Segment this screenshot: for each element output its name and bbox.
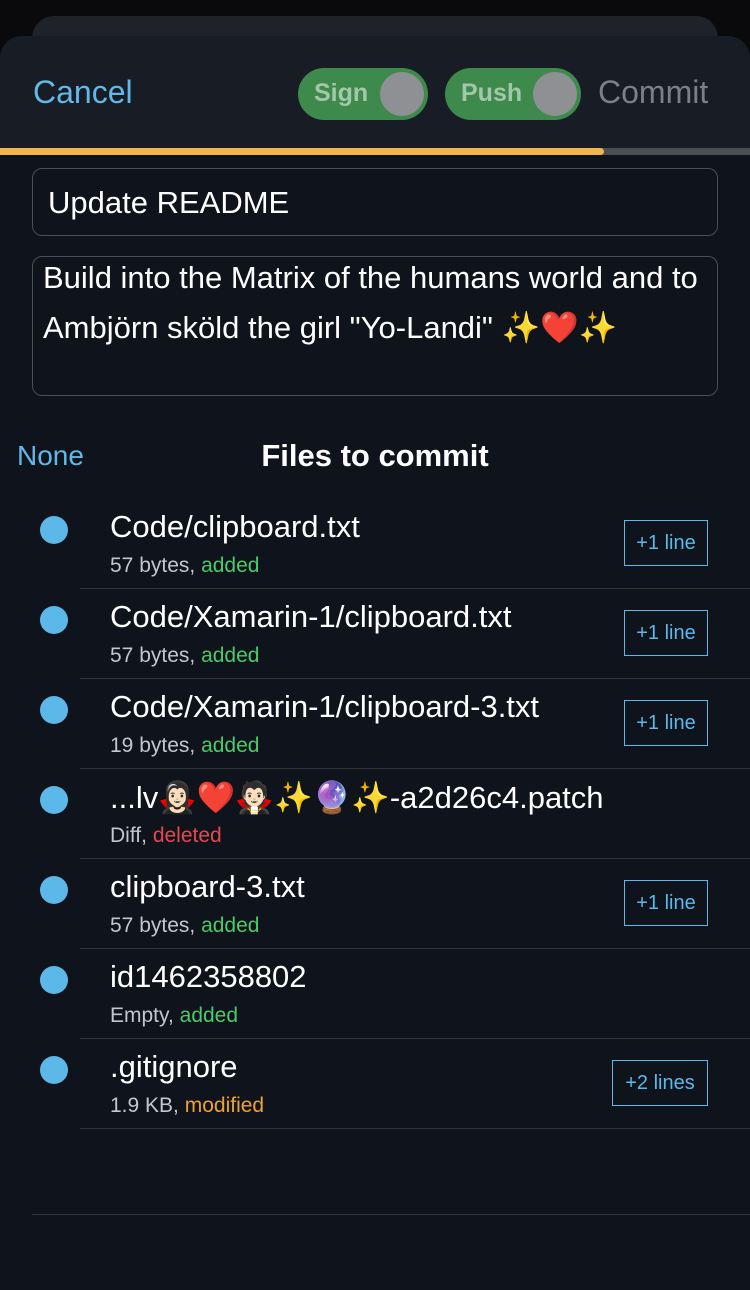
toggle-knob-icon [533,72,577,116]
file-status: deleted [152,824,222,847]
file-meta: Empty, added [110,1004,238,1028]
file-status: added [201,554,260,577]
file-size: 57 bytes, [110,644,196,667]
nav-bar: Cancel Sign Push Commit [0,36,750,148]
selected-dot-icon[interactable] [40,516,68,544]
file-name: id1462358802 [110,959,307,994]
toggle-knob-icon [380,72,424,116]
line-diff-button[interactable]: +1 line [624,610,708,656]
row-divider [80,678,750,679]
commit-sheet: Cancel Sign Push Commit Update README Bu… [0,36,750,1290]
file-size: Empty, [110,1004,174,1027]
line-diff-button[interactable]: +1 line [624,700,708,746]
file-status: added [201,644,260,667]
file-name: Code/Xamarin-1/clipboard.txt [110,599,512,634]
file-size: 19 bytes, [110,734,196,757]
selected-dot-icon[interactable] [40,786,68,814]
sign-toggle[interactable]: Sign [298,68,428,120]
row-divider [80,768,750,769]
selected-dot-icon[interactable] [40,606,68,634]
commit-button[interactable]: Commit [598,74,708,111]
row-divider [80,1038,750,1039]
selected-dot-icon[interactable] [40,876,68,904]
file-meta: 57 bytes, added [110,644,259,668]
selected-dot-icon[interactable] [40,696,68,724]
commit-body-textarea[interactable]: Build into the Matrix of the humans worl… [32,256,718,396]
file-meta: 57 bytes, added [110,914,259,938]
line-diff-button[interactable]: +1 line [624,520,708,566]
selected-dot-icon[interactable] [40,966,68,994]
file-row[interactable]: Code/Xamarin-1/clipboard-3.txt 19 bytes,… [0,683,750,773]
cancel-button[interactable]: Cancel [33,74,133,111]
file-row[interactable]: .gitignore 1.9 KB, modified +2 lines [0,1043,750,1133]
sign-toggle-label: Sign [314,79,369,107]
commit-body-text: Build into the Matrix of the humans worl… [43,260,705,345]
file-meta: 19 bytes, added [110,734,259,758]
push-toggle-label: Push [461,79,523,107]
file-row[interactable]: ...lv🧛🏻‍♀️❤️🧛🏻✨🔮✨-a2d26c4.patch Diff, de… [0,773,750,863]
file-size: 57 bytes, [110,914,196,937]
row-divider [80,948,750,949]
file-meta: Diff, deleted [110,824,222,848]
file-size: 57 bytes, [110,554,196,577]
line-diff-button[interactable]: +1 line [624,880,708,926]
file-status: added [179,1004,239,1027]
file-name: Code/clipboard.txt [110,509,360,544]
file-row[interactable]: clipboard-3.txt 57 bytes, added +1 line [0,863,750,953]
file-row[interactable]: id1462358802 Empty, added [0,953,750,1043]
files-section-title: Files to commit [261,438,489,473]
file-name: ...lv🧛🏻‍♀️❤️🧛🏻✨🔮✨-a2d26c4.patch [110,780,604,815]
commit-title-input[interactable]: Update README [32,168,718,236]
row-divider [80,858,750,859]
push-toggle[interactable]: Push [445,68,581,120]
file-size: Diff, [110,824,147,847]
row-divider [80,1128,750,1129]
line-diff-button[interactable]: +2 lines [612,1060,708,1106]
file-name: .gitignore [110,1049,238,1084]
progress-fill [0,148,604,155]
file-name: clipboard-3.txt [110,869,305,904]
commit-title-text: Update README [48,185,290,220]
file-size: 1.9 KB, [110,1094,179,1117]
progress-bar [0,148,750,155]
selected-dot-icon[interactable] [40,1056,68,1084]
bottom-divider [32,1214,750,1215]
file-row[interactable]: Code/clipboard.txt 57 bytes, added +1 li… [0,503,750,593]
file-meta: 57 bytes, added [110,554,259,578]
file-row[interactable]: Code/Xamarin-1/clipboard.txt 57 bytes, a… [0,593,750,683]
row-divider [80,588,750,589]
file-status: added [201,914,260,937]
file-meta: 1.9 KB, modified [110,1094,264,1118]
file-status: added [201,734,260,757]
file-status: modified [184,1094,265,1117]
file-name: Code/Xamarin-1/clipboard-3.txt [110,689,540,724]
